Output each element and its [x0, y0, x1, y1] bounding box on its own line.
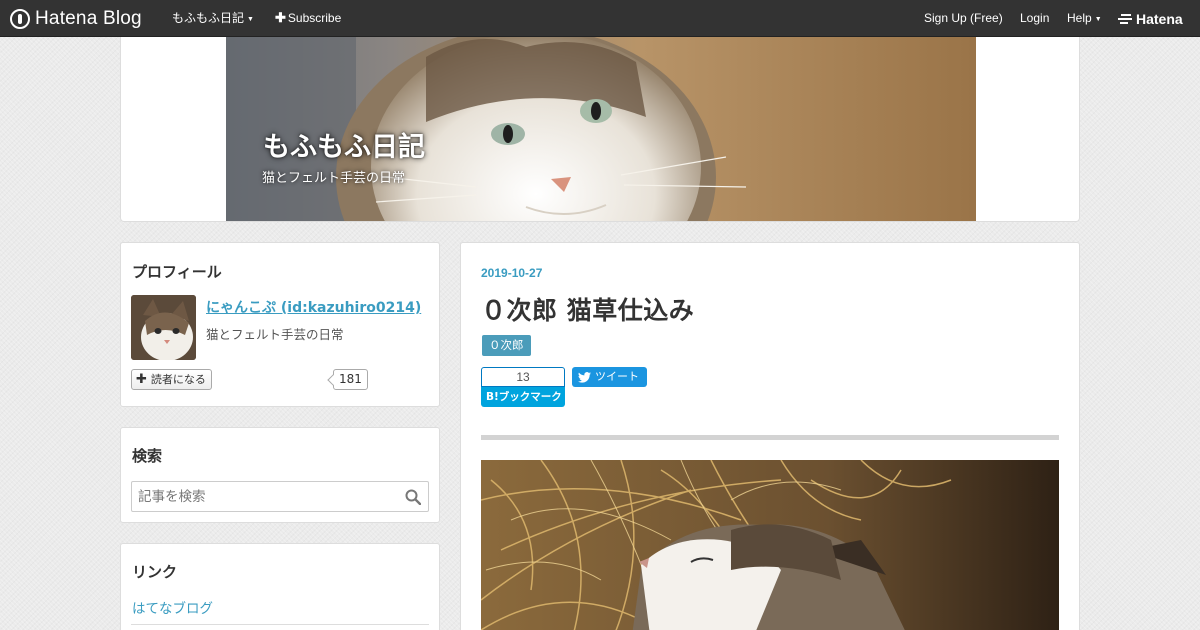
links-heading: リンク [132, 563, 178, 581]
plus-icon: ✚ [275, 10, 286, 25]
category-tag[interactable]: ０次郎 [482, 335, 531, 356]
hatena-bookmark-button[interactable]: B!ブックマーク [481, 387, 565, 407]
profile-heading: プロフィール [132, 263, 222, 281]
hatena-logo-text: Hatena [1136, 10, 1183, 27]
blog-title[interactable]: もふもふ日記 [263, 125, 425, 164]
entry-title[interactable]: ０次郎 猫草仕込み [481, 291, 694, 327]
subscribe-label: Subscribe [287, 11, 342, 25]
tweet-label: ツイート [595, 370, 639, 383]
profile-user-link[interactable]: にゃんこぷ (id:kazuhiro0214) [206, 297, 421, 317]
subscribe-button[interactable]: ✚ Subscribe [275, 0, 341, 37]
divider [131, 624, 429, 625]
hatena-blog-logo-icon [10, 8, 30, 29]
hatena-blog-logo-text: Hatena Blog [35, 7, 142, 29]
global-header: Hatena Blog もふもふ日記 ▼ ✚ Subscribe Sign Up (… [0, 0, 1200, 37]
chevron-down-icon: ▼ [1094, 16, 1102, 23]
hatena-logo-icon [1118, 13, 1132, 24]
entry-date[interactable]: 2019-10-27 [481, 266, 542, 280]
follower-count-badge: 181 [333, 369, 368, 390]
link-item-hatena-blog[interactable]: はてなブログ [132, 597, 213, 617]
entry-article: 2019-10-27 ０次郎 猫草仕込み ０次郎 13 B!ブックマーク ツイー… [460, 242, 1080, 630]
login-link[interactable]: Login [1020, 0, 1049, 37]
blog-menu-dropdown[interactable]: もふもふ日記 ▼ [172, 0, 254, 37]
blog-menu-label: もふもふ日記 [172, 11, 245, 25]
search-heading: 検索 [132, 447, 163, 465]
hatena-logo-link[interactable]: Hatena [1118, 0, 1183, 37]
bookmark-count[interactable]: 13 [481, 367, 565, 387]
search-icon[interactable] [405, 489, 421, 505]
help-dropdown[interactable]: Help ▼ [1067, 0, 1102, 37]
blog-header: もふもふ日記 猫とフェルト手芸の日常 [120, 37, 1080, 222]
search-input[interactable] [132, 482, 392, 511]
entry-cat-photo[interactable] [481, 460, 1059, 630]
follow-label: 読者になる [150, 373, 206, 386]
follow-button[interactable]: ✚ 読者になる [131, 369, 212, 390]
blog-description: 猫とフェルト手芸の日常 [262, 171, 406, 186]
entry-divider [481, 435, 1059, 440]
twitter-bird-icon [578, 371, 591, 383]
signup-link[interactable]: Sign Up (Free) [924, 0, 1003, 37]
chevron-down-icon: ▼ [247, 16, 254, 23]
search-module: 検索 [120, 427, 440, 523]
hatena-blog-logo[interactable]: Hatena Blog [10, 8, 142, 29]
links-module: リンク はてなブログ [120, 543, 440, 630]
profile-description: 猫とフェルト手芸の日常 [206, 327, 344, 342]
avatar[interactable] [131, 295, 196, 360]
help-label: Help [1067, 11, 1092, 25]
plus-icon: ✚ [136, 372, 147, 387]
profile-module: プロフィール にゃんこぷ (id:kazuhiro0214) 猫とフェルト手芸の… [120, 242, 440, 407]
search-box [131, 481, 429, 512]
tweet-button[interactable]: ツイート [572, 367, 647, 387]
